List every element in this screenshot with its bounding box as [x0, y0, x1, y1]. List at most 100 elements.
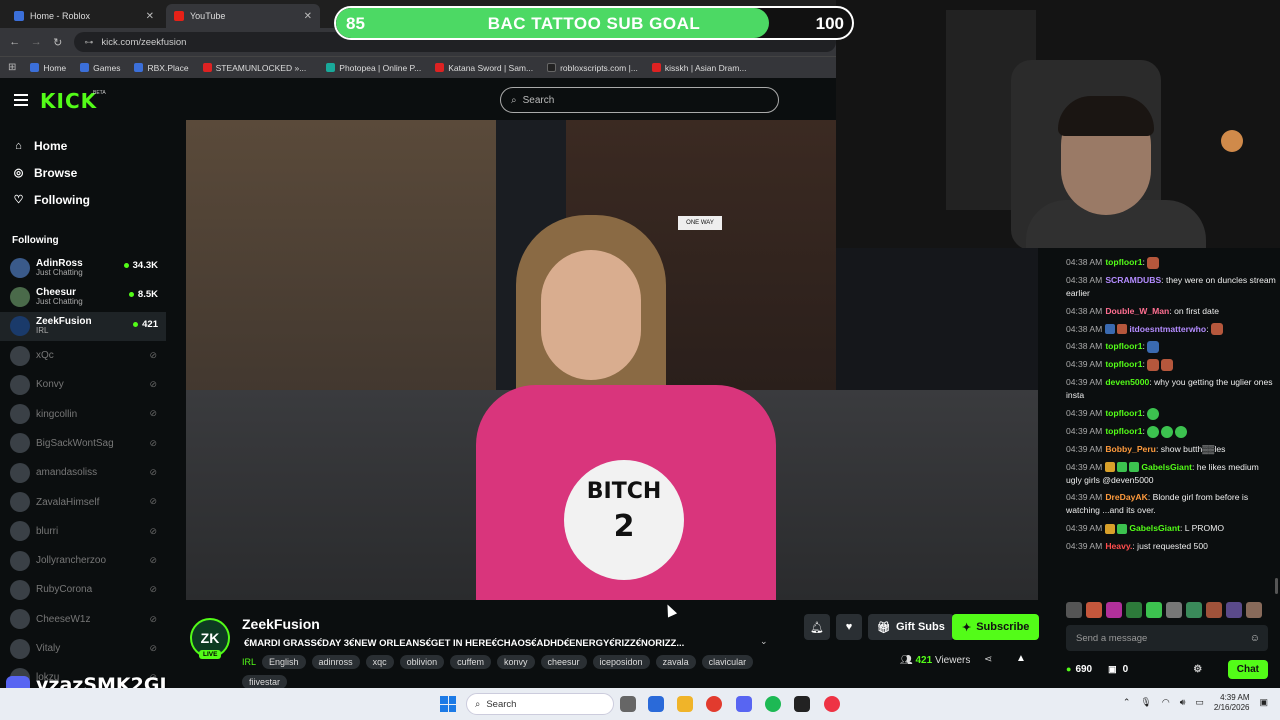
bookmark-robloxscripts[interactable]: robloxscripts.com |...	[547, 63, 638, 73]
bookmark-kisskh[interactable]: kisskh | Asian Dram...	[651, 63, 746, 73]
stream-tag[interactable]: fiivestar	[242, 675, 288, 689]
stream-tag[interactable]: iceposidon	[592, 655, 650, 669]
chat-username[interactable]: Double_W_Man	[1105, 306, 1169, 316]
nav-browse[interactable]: ◎ Browse	[0, 159, 166, 186]
close-icon[interactable]: ✕	[304, 11, 312, 22]
clock[interactable]: 4:39 AM 2/16/2026	[1214, 693, 1250, 712]
search-input[interactable]: ⌕ Search	[500, 87, 779, 113]
streamer-name[interactable]: ZeekFusion	[242, 616, 320, 632]
emote-icon[interactable]	[1146, 602, 1162, 618]
apps-grid-icon[interactable]: ⊞	[8, 62, 16, 73]
wifi-icon[interactable]: ◠	[1162, 697, 1170, 708]
file-explorer-icon[interactable]	[677, 696, 693, 712]
menu-icon[interactable]	[14, 94, 28, 109]
bookmark-home[interactable]: Home	[30, 63, 66, 73]
stream-tag[interactable]: konvy	[496, 655, 535, 669]
volume-icon[interactable]: 🔊︎	[1180, 697, 1186, 708]
chat-username[interactable]: DreDayAK	[1105, 492, 1148, 502]
chat-username[interactable]: topfloor1	[1105, 257, 1142, 267]
stream-tag[interactable]: oblivion	[399, 655, 445, 669]
chat-username[interactable]: topfloor1	[1105, 426, 1142, 436]
back-icon[interactable]: ←	[4, 36, 25, 48]
report-icon[interactable]: ▲	[1016, 653, 1026, 664]
following-item[interactable]: amandasoliss ⊘	[0, 458, 166, 487]
forward-icon[interactable]: →	[25, 36, 46, 48]
chat-scrollbar[interactable]	[1275, 578, 1278, 594]
gear-icon[interactable]: ⚙	[1193, 664, 1202, 675]
emote-icon[interactable]	[1166, 602, 1182, 618]
chat-username[interactable]: GabelsGiant	[1141, 462, 1192, 472]
emote-icon[interactable]	[1066, 602, 1082, 618]
chat-send-button[interactable]: Chat	[1227, 659, 1268, 679]
points-count[interactable]: 690	[1075, 664, 1092, 675]
gift-subs-button[interactable]: 🎁︎ Gift Subs	[868, 614, 954, 640]
task-view-icon[interactable]	[620, 696, 636, 712]
follow-button[interactable]: ♥	[836, 614, 862, 640]
share-icon[interactable]: ⋖	[984, 654, 992, 665]
nav-following[interactable]: ♡ Following	[0, 186, 166, 213]
following-item[interactable]: Vitaly ⊘	[0, 634, 166, 663]
following-item[interactable]: kingcollin ⊘	[0, 399, 166, 428]
subscribe-button[interactable]: ✦ Subscribe	[952, 614, 1040, 640]
windows-start-icon[interactable]	[440, 696, 456, 712]
chat-username[interactable]: Bobby_Peru	[1105, 444, 1156, 454]
tab-youtube[interactable]: YouTube ✕	[166, 4, 320, 28]
app-icon[interactable]	[794, 696, 810, 712]
microphone-icon[interactable]: 🎙︎	[1140, 697, 1151, 708]
store-count[interactable]: 0	[1123, 664, 1129, 675]
emote-icon[interactable]	[1186, 602, 1202, 618]
stream-tag[interactable]: cheesur	[540, 655, 587, 669]
close-icon[interactable]: ✕	[146, 11, 154, 22]
chat-username[interactable]: topfloor1	[1105, 341, 1142, 351]
category-link[interactable]: IRL	[242, 655, 256, 669]
following-item[interactable]: Cheesur Just Chatting 8.5K	[0, 282, 166, 311]
tab-roblox[interactable]: Home - Roblox ✕	[6, 4, 162, 28]
chat-username[interactable]: SCRAMDUBS	[1105, 275, 1161, 285]
taskbar-search[interactable]: ⌕ Search	[466, 693, 614, 715]
stream-tag[interactable]: zavala	[655, 655, 696, 669]
chevron-up-icon[interactable]: ⌃	[1123, 697, 1131, 708]
bookmark-photopea[interactable]: Photopea | Online P...	[326, 63, 421, 73]
chevron-down-icon[interactable]: ⌄	[760, 636, 768, 647]
following-item[interactable]: RubyCorona ⊘	[0, 575, 166, 604]
site-info-icon[interactable]: ⊶	[84, 37, 93, 48]
opera-icon[interactable]	[824, 696, 840, 712]
chat-message-input[interactable]: Send a message ☺	[1066, 625, 1268, 651]
chat-username[interactable]: GabelsGiant	[1129, 523, 1180, 533]
following-item[interactable]: xQc ⊘	[0, 341, 166, 370]
bookmark-rbx-place[interactable]: RBX.Place	[134, 63, 189, 73]
stream-tag[interactable]: cuffem	[450, 655, 491, 669]
bookmark-games[interactable]: Games	[80, 63, 120, 73]
following-item[interactable]: CheeseW1z ⊘	[0, 605, 166, 634]
emote-icon[interactable]	[1226, 602, 1242, 618]
chat-username[interactable]: deven5000	[1105, 377, 1149, 387]
chrome-icon[interactable]	[706, 696, 722, 712]
emote-icon[interactable]	[1126, 602, 1142, 618]
notification-icon[interactable]: ▣	[1259, 697, 1268, 708]
store-app-icon[interactable]	[648, 696, 664, 712]
emote-icon[interactable]	[1206, 602, 1222, 618]
emoji-icon[interactable]: ☺	[1250, 633, 1260, 644]
discord-taskbar-icon[interactable]	[736, 696, 752, 712]
chat-username[interactable]: topfloor1	[1105, 408, 1142, 418]
battery-icon[interactable]: ▭	[1195, 697, 1204, 708]
following-item[interactable]: blurri ⊘	[0, 517, 166, 546]
following-item[interactable]: AdinRoss Just Chatting 34.3K	[0, 253, 166, 282]
following-item[interactable]: ZavalaHimself ⊘	[0, 487, 166, 516]
reload-icon[interactable]: ↻	[47, 36, 68, 49]
kick-logo[interactable]: KICK	[40, 89, 97, 113]
stream-tag[interactable]: English	[262, 655, 306, 669]
stream-tag[interactable]: clavicular	[701, 655, 754, 669]
emote-icon[interactable]	[1246, 602, 1262, 618]
nav-home[interactable]: ⌂ Home	[0, 132, 166, 159]
bookmark-katana[interactable]: Katana Sword | Sam...	[435, 63, 533, 73]
following-item[interactable]: ZeekFusion IRL 421	[0, 311, 166, 341]
chat-username[interactable]: Heavy.	[1105, 541, 1132, 551]
stream-tag[interactable]: xqc	[365, 655, 394, 669]
notification-bell-button[interactable]: 🔔︎	[804, 614, 830, 640]
following-item[interactable]: BigSackWontSag ⊘	[0, 429, 166, 458]
following-item[interactable]: Konvy ⊘	[0, 370, 166, 399]
spotify-icon[interactable]	[765, 696, 781, 712]
emote-icon[interactable]	[1106, 602, 1122, 618]
chat-username[interactable]: itdoesntmatterwho	[1129, 324, 1206, 334]
